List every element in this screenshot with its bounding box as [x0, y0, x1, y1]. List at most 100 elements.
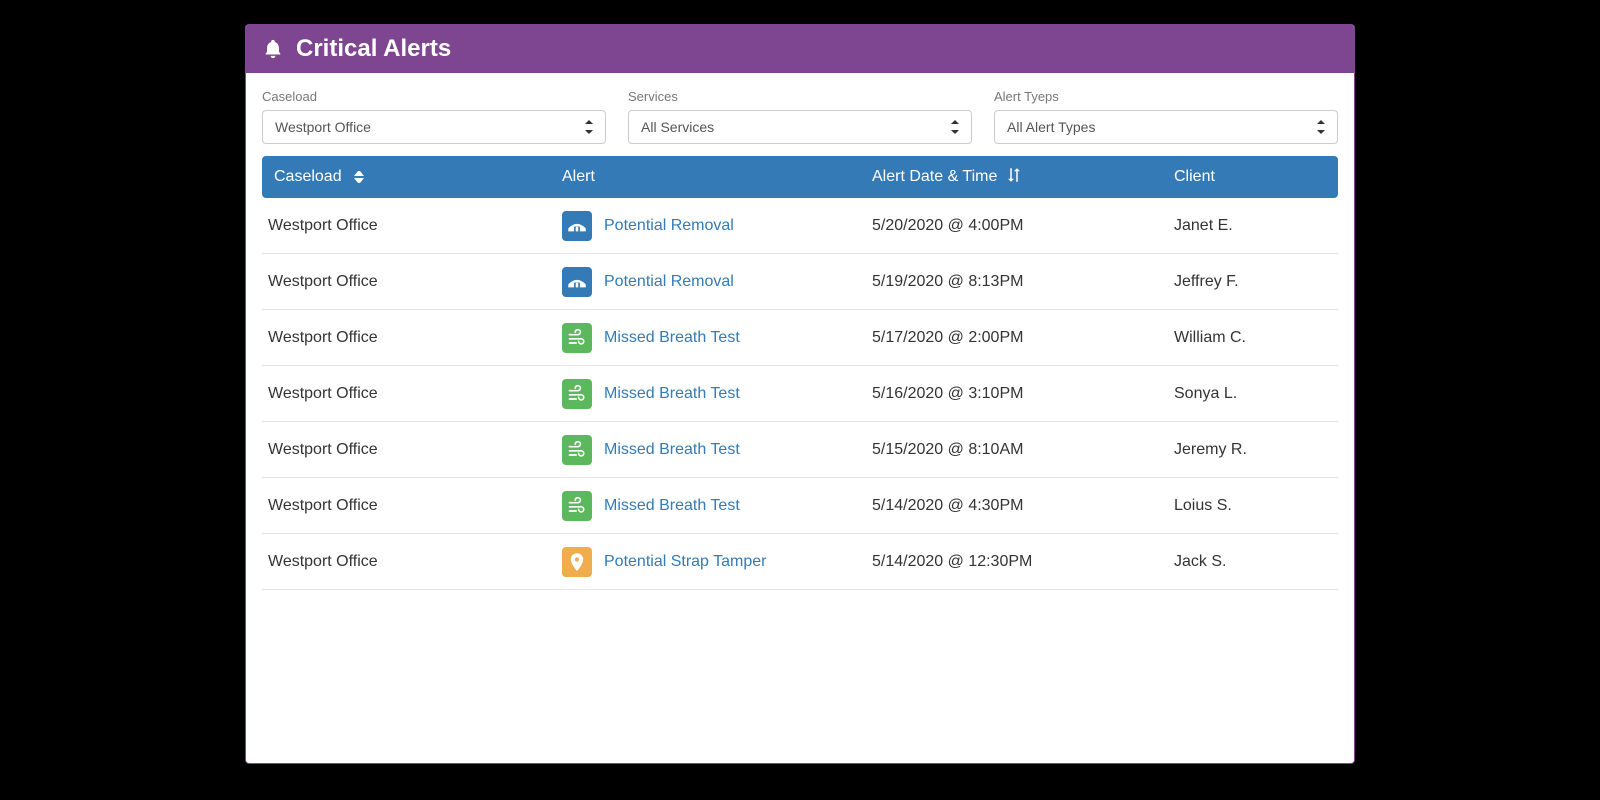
cell-alert: Potential Strap Tamper [562, 547, 872, 577]
col-header-client-label: Client [1174, 168, 1215, 185]
caseload-text: Westport Office [268, 329, 378, 347]
select-caseload-value: Westport Office [275, 119, 371, 135]
datetime-text: 5/17/2020 @ 2:00PM [872, 329, 1023, 347]
bridge-icon [562, 211, 592, 241]
col-header-caseload-label: Caseload [274, 168, 342, 186]
cell-datetime: 5/15/2020 @ 8:10AM [872, 441, 1174, 459]
client-text: Loius S. [1174, 497, 1232, 514]
col-header-client[interactable]: Client [1174, 168, 1338, 186]
cell-caseload: Westport Office [262, 329, 562, 347]
cell-client: Jeremy R. [1174, 441, 1338, 459]
client-text: Jeremy R. [1174, 441, 1247, 458]
datetime-text: 5/19/2020 @ 8:13PM [872, 273, 1023, 291]
col-header-caseload[interactable]: Caseload [262, 168, 562, 186]
wind-icon [562, 435, 592, 465]
datetime-text: 5/16/2020 @ 3:10PM [872, 385, 1023, 403]
cell-alert: Missed Breath Test [562, 379, 872, 409]
col-header-alert[interactable]: Alert [562, 168, 872, 186]
cell-caseload: Westport Office [262, 385, 562, 403]
wind-icon [562, 379, 592, 409]
client-text: William C. [1174, 329, 1246, 346]
cell-caseload: Westport Office [262, 273, 562, 291]
col-header-datetime-label: Alert Date & Time [872, 168, 997, 186]
cell-datetime: 5/16/2020 @ 3:10PM [872, 385, 1174, 403]
filter-services: Services All Services [628, 89, 972, 144]
critical-alerts-panel: Critical Alerts Caseload Westport Office… [245, 24, 1355, 764]
table-body: Westport Office Potential Removal 5/20/202… [262, 198, 1338, 590]
alert-link[interactable]: Potential Removal [604, 273, 734, 291]
alert-link[interactable]: Potential Strap Tamper [604, 553, 766, 571]
filter-alert-types: Alert Tyeps All Alert Types [994, 89, 1338, 144]
client-text: Jack S. [1174, 553, 1226, 570]
alert-link[interactable]: Missed Breath Test [604, 441, 740, 459]
panel-title: Critical Alerts [296, 35, 451, 63]
filter-caseload: Caseload Westport Office [262, 89, 606, 144]
cell-alert: Missed Breath Test [562, 323, 872, 353]
cell-datetime: 5/19/2020 @ 8:13PM [872, 273, 1174, 291]
cell-alert: Potential Removal [562, 211, 872, 241]
table-row: Westport Office Potential Removal 5/20/202… [262, 198, 1338, 254]
datetime-text: 5/14/2020 @ 4:30PM [872, 497, 1023, 515]
filter-caseload-label: Caseload [262, 89, 606, 104]
caseload-text: Westport Office [268, 553, 378, 571]
client-text: Sonya L. [1174, 385, 1237, 402]
bell-icon [262, 38, 284, 60]
table-row: Westport Office Missed Breath Test 5/15/20… [262, 422, 1338, 478]
alerts-table: Caseload Alert Alert Date & Time Client … [246, 156, 1354, 606]
cell-datetime: 5/20/2020 @ 4:00PM [872, 217, 1174, 235]
select-caseload[interactable]: Westport Office [262, 110, 606, 144]
select-services[interactable]: All Services [628, 110, 972, 144]
cell-datetime: 5/17/2020 @ 2:00PM [872, 329, 1174, 347]
cell-client: William C. [1174, 329, 1338, 347]
alert-link[interactable]: Missed Breath Test [604, 385, 740, 403]
alert-link[interactable]: Potential Removal [604, 217, 734, 235]
cell-datetime: 5/14/2020 @ 12:30PM [872, 553, 1174, 571]
alert-link[interactable]: Missed Breath Test [604, 329, 740, 347]
select-services-value: All Services [641, 119, 714, 135]
cell-caseload: Westport Office [262, 497, 562, 515]
filter-services-label: Services [628, 89, 972, 104]
sort-icon [354, 171, 364, 183]
select-alert-types[interactable]: All Alert Types [994, 110, 1338, 144]
cell-client: Janet E. [1174, 217, 1338, 235]
bridge-icon [562, 267, 592, 297]
col-header-alert-label: Alert [562, 168, 595, 185]
caseload-text: Westport Office [268, 217, 378, 235]
caseload-text: Westport Office [268, 273, 378, 291]
cell-caseload: Westport Office [262, 217, 562, 235]
cell-datetime: 5/14/2020 @ 4:30PM [872, 497, 1174, 515]
cell-client: Jeffrey F. [1174, 273, 1338, 291]
client-text: Janet E. [1174, 217, 1233, 234]
cell-caseload: Westport Office [262, 553, 562, 571]
chevron-updown-icon [585, 120, 595, 134]
select-alert-types-value: All Alert Types [1007, 119, 1095, 135]
wind-icon [562, 491, 592, 521]
cell-caseload: Westport Office [262, 441, 562, 459]
filter-alert-types-label: Alert Tyeps [994, 89, 1338, 104]
wind-icon [562, 323, 592, 353]
chevron-updown-icon [1317, 120, 1327, 134]
datetime-text: 5/20/2020 @ 4:00PM [872, 217, 1023, 235]
table-row: Westport Office Missed Breath Test 5/16/20… [262, 366, 1338, 422]
cell-alert: Missed Breath Test [562, 491, 872, 521]
cell-client: Loius S. [1174, 497, 1338, 515]
filters-row: Caseload Westport Office Services All Se… [246, 73, 1354, 156]
panel-header: Critical Alerts [246, 25, 1354, 73]
caseload-text: Westport Office [268, 441, 378, 459]
table-row: Westport Office Missed Breath Test 5/17/20… [262, 310, 1338, 366]
datetime-text: 5/15/2020 @ 8:10AM [872, 441, 1023, 459]
caseload-text: Westport Office [268, 385, 378, 403]
client-text: Jeffrey F. [1174, 273, 1239, 290]
chevron-updown-icon [951, 120, 961, 134]
table-header: Caseload Alert Alert Date & Time Client [262, 156, 1338, 198]
alert-link[interactable]: Missed Breath Test [604, 497, 740, 515]
cell-alert: Potential Removal [562, 267, 872, 297]
datetime-text: 5/14/2020 @ 12:30PM [872, 553, 1032, 571]
caseload-text: Westport Office [268, 497, 378, 515]
col-header-datetime[interactable]: Alert Date & Time [872, 166, 1174, 189]
map-pin-icon [562, 547, 592, 577]
cell-client: Jack S. [1174, 553, 1338, 571]
table-row: Westport Office Potential Strap Tamper 5/1… [262, 534, 1338, 590]
table-row: Westport Office Missed Breath Test 5/14/20… [262, 478, 1338, 534]
cell-alert: Missed Breath Test [562, 435, 872, 465]
